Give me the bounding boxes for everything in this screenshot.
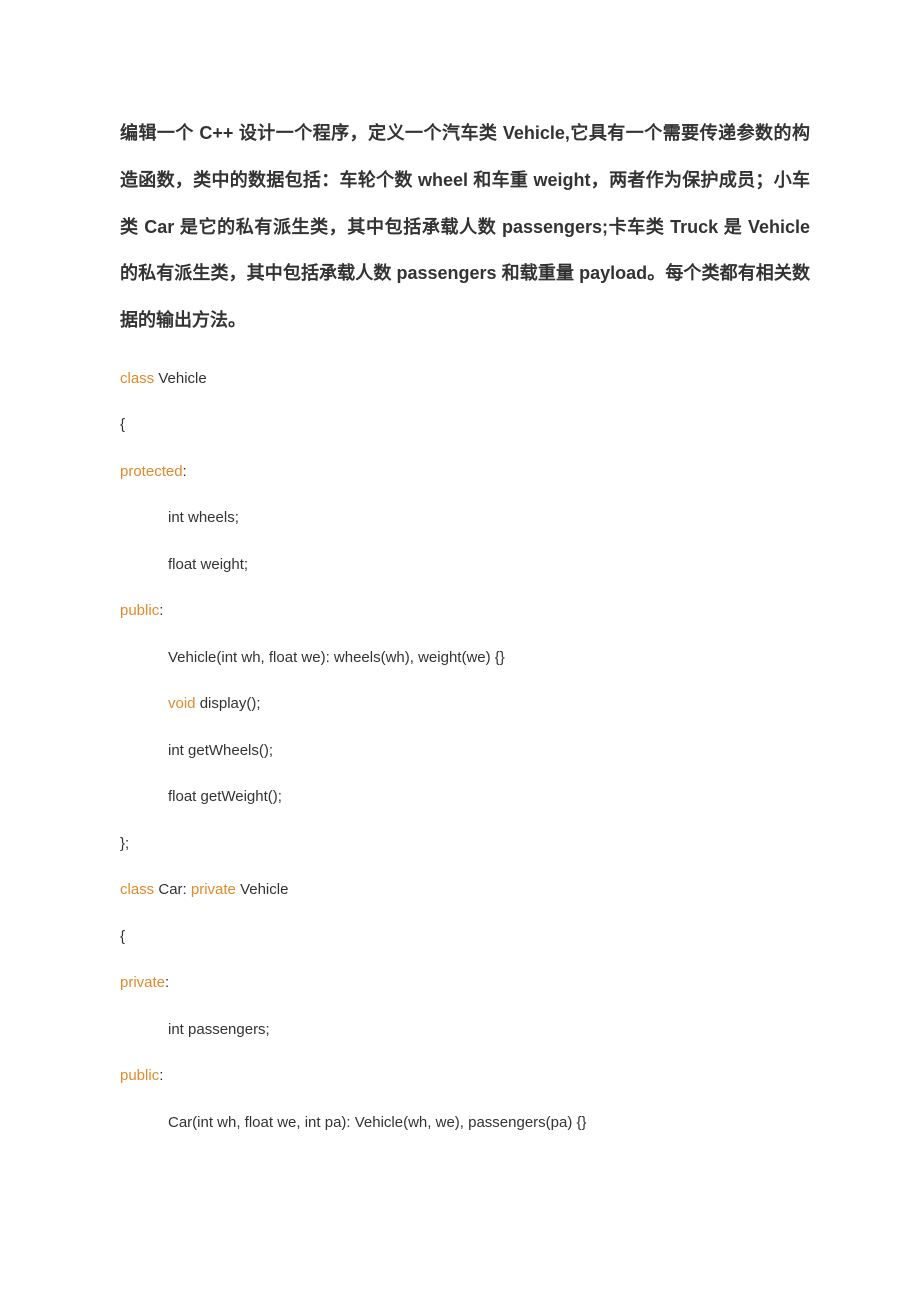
code-line: Vehicle(int wh, float we): wheels(wh), w… bbox=[120, 647, 810, 670]
document-page: 编辑一个 C++ 设计一个程序，定义一个汽车类 Vehicle,它具有一个需要传… bbox=[0, 0, 920, 1302]
code-line: class Car: private Vehicle bbox=[120, 879, 810, 902]
code-text: Car: bbox=[154, 881, 191, 898]
code-text: : bbox=[183, 463, 187, 480]
keyword-class: class bbox=[120, 370, 154, 387]
code-line: public: bbox=[120, 1065, 810, 1088]
code-line: Car(int wh, float we, int pa): Vehicle(w… bbox=[120, 1112, 810, 1135]
keyword-public: public bbox=[120, 1067, 159, 1084]
code-line: class Vehicle bbox=[120, 368, 810, 391]
code-text: Vehicle bbox=[154, 370, 207, 387]
code-line: public: bbox=[120, 600, 810, 623]
code-line: { bbox=[120, 926, 810, 949]
keyword-public: public bbox=[120, 602, 159, 619]
keyword-protected: protected bbox=[120, 463, 183, 480]
problem-title: 编辑一个 C++ 设计一个程序，定义一个汽车类 Vehicle,它具有一个需要传… bbox=[120, 110, 810, 344]
code-text: display(); bbox=[196, 695, 261, 712]
code-line: { bbox=[120, 414, 810, 437]
code-line: protected: bbox=[120, 461, 810, 484]
keyword-void: void bbox=[168, 695, 196, 712]
keyword-class: class bbox=[120, 881, 154, 898]
code-line: float getWeight(); bbox=[120, 786, 810, 809]
code-line: int wheels; bbox=[120, 507, 810, 530]
code-line: float weight; bbox=[120, 554, 810, 577]
keyword-private: private bbox=[191, 881, 236, 898]
code-line: }; bbox=[120, 833, 810, 856]
keyword-private: private bbox=[120, 974, 165, 991]
code-text: : bbox=[159, 602, 163, 619]
code-line: int getWheels(); bbox=[120, 740, 810, 763]
code-text: Vehicle bbox=[236, 881, 289, 898]
code-line: void display(); bbox=[120, 693, 810, 716]
code-text: : bbox=[159, 1067, 163, 1084]
code-line: int passengers; bbox=[120, 1019, 810, 1042]
code-text: : bbox=[165, 974, 169, 991]
code-line: private: bbox=[120, 972, 810, 995]
